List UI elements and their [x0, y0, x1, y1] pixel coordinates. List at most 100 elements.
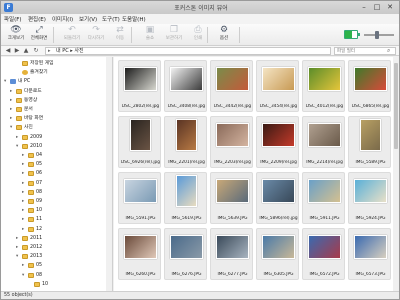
thumbnail-item[interactable]: DSC_3454(rel.jpg [256, 60, 299, 112]
minimize-button[interactable]: – [358, 2, 370, 12]
chevron-right-icon[interactable]: ▸ [10, 96, 15, 105]
tree-item[interactable]: 즐겨찾기 [1, 68, 105, 77]
tree-item[interactable]: ▸ 동영상 [1, 96, 105, 105]
chevron-right-icon[interactable]: ▸ [22, 151, 27, 160]
path-dropdown-icon[interactable]: ▸ [48, 48, 51, 55]
thumbnail-item[interactable]: IMG_5924.JPG [348, 172, 391, 224]
chevron-right-icon[interactable]: ▸ [22, 197, 27, 206]
tree-item[interactable]: ▾ 08 [1, 271, 105, 280]
thumbnail-item[interactable]: IMG_6305.JPG [256, 228, 299, 280]
chevron-right-icon[interactable]: ▸ [22, 188, 27, 197]
tree-item[interactable]: ▸ 2009 [1, 133, 105, 142]
forward-icon[interactable]: ▶ [13, 47, 21, 55]
chevron-right-icon[interactable]: ▸ [22, 225, 27, 234]
thumbnail-item[interactable]: IMG_6573.JPG [348, 228, 391, 280]
refresh-icon[interactable]: ↻ [32, 47, 40, 55]
maximize-button[interactable]: □ [371, 2, 383, 12]
tree-item[interactable]: ▸ 10 [1, 206, 105, 215]
back-icon[interactable]: ◀ [4, 47, 12, 55]
tree-item[interactable]: ▸ 09 [1, 197, 105, 206]
chevron-right-icon[interactable]: ▸ [22, 169, 27, 178]
tree-item[interactable]: 10 [1, 280, 105, 289]
thumbnail-item[interactable]: DSC_2802(rel.jpg [118, 60, 161, 112]
tree-scrollbar[interactable] [106, 57, 112, 291]
thumbnail-item[interactable]: DSC_6865(rel.jpg [348, 60, 391, 112]
chevron-right-icon[interactable]: ▸ [22, 261, 27, 270]
search-icon[interactable]: ⌕ [387, 47, 390, 55]
chevron-down-icon[interactable]: ▾ [22, 271, 27, 280]
thumbnail-item[interactable]: IMG_6260.JPG [118, 228, 161, 280]
menu-file[interactable]: 파일(F) [4, 15, 22, 23]
tree-item[interactable]: ▸ 05 [1, 261, 105, 270]
tree-item[interactable]: ▸ 07 [1, 179, 105, 188]
toolbar-button-5[interactable]: ▣ 슬쇼 [139, 25, 161, 45]
thumbnail-item[interactable]: IMG_6276.JPG [164, 228, 207, 280]
filter-field[interactable]: ⌕ [334, 47, 396, 55]
thumbnail-item[interactable]: DSC_4012(rel.jpg [302, 60, 345, 112]
tree-item[interactable]: ▸ 다운로드 [1, 87, 105, 96]
toolbar-button-3[interactable]: ↷ 다시하기 [85, 25, 107, 45]
chevron-right-icon[interactable]: ▸ [16, 243, 21, 252]
menu-image[interactable]: 이미지(I) [52, 15, 73, 23]
chevron-right-icon[interactable]: ▸ [10, 87, 15, 96]
zoom-slider[interactable] [364, 34, 394, 36]
path-field[interactable]: ▸ 내 PC ▸ 사진 [45, 47, 331, 55]
thumbnail-item[interactable]: IMG_5911.JPG [302, 172, 345, 224]
menu-edit[interactable]: 편집(E) [28, 15, 46, 23]
tree-item[interactable]: ▸ 바탕 화면 [1, 114, 105, 123]
up-icon[interactable]: ▲ [22, 47, 30, 55]
thumbnail-item[interactable]: IMG_5619.JPG [164, 172, 207, 224]
tree-item[interactable]: ▸ 06 [1, 169, 105, 178]
chevron-right-icon[interactable]: ▸ [10, 105, 15, 114]
chevron-down-icon[interactable]: ▾ [4, 77, 9, 86]
thumbnail-item[interactable]: DSC_3442(rel.jpg [210, 60, 253, 112]
chevron-down-icon[interactable]: ▾ [16, 142, 21, 151]
tree-item[interactable]: ▸ 문서 [1, 105, 105, 114]
toolbar-button-2[interactable]: ↶ 되돌리기 [61, 25, 83, 45]
tree-item[interactable]: ▾ 내 PC [1, 77, 105, 86]
zoom-slider-knob[interactable] [375, 31, 379, 39]
toolbar-button-1[interactable]: ⤢ 전체화면 [28, 25, 50, 45]
thumbnail-item[interactable]: IMG_2201(rel.jpg [164, 116, 207, 168]
tree-item[interactable]: ▸ 08 [1, 188, 105, 197]
chevron-right-icon[interactable]: ▸ [22, 179, 27, 188]
thumbnail-item[interactable]: IMG_6277.JPG [210, 228, 253, 280]
thumbnail-item[interactable]: IMG_2214(rel.jpg [302, 116, 345, 168]
toolbar-button-7[interactable]: ⎙ 인쇄 [187, 25, 209, 45]
close-button[interactable]: ✕ [384, 2, 396, 12]
tree-item[interactable]: ▸ 12 [1, 225, 105, 234]
chevron-right-icon[interactable]: ▸ [16, 234, 21, 243]
chevron-right-icon[interactable]: ▸ [16, 133, 21, 142]
menu-help[interactable]: 도움말(H) [122, 15, 146, 23]
toolbar-button-8[interactable]: ⚙ 옵션 [213, 25, 235, 45]
toolbar-button-0[interactable]: 👁 크게보기 [5, 25, 27, 45]
tree-item[interactable]: ▸ 05 [1, 160, 105, 169]
chevron-right-icon[interactable]: ▸ [22, 206, 27, 215]
toolbar-button-6[interactable]: ❐ 보관하기 [163, 25, 185, 45]
menu-view[interactable]: 보기(V) [79, 15, 97, 23]
toolbar-button-4[interactable]: ⇄ 이동 [109, 25, 131, 45]
thumbnail-item[interactable]: IMG_5896(rel).jpg [256, 172, 299, 224]
thumbnail-item[interactable]: IMG_5591.JPG [118, 172, 161, 224]
thumbnail-item[interactable]: IMG_6572.JPG [302, 228, 345, 280]
thumbnail-item[interactable]: IMG_5639.JPG [210, 172, 253, 224]
chevron-down-icon[interactable]: ▾ [10, 123, 15, 132]
tree-item[interactable]: ▸ 2012 [1, 243, 105, 252]
chevron-right-icon[interactable]: ▸ [10, 114, 15, 123]
tree-item[interactable]: ▾ 2013 [1, 252, 105, 261]
tree-item[interactable]: ▸ 04 [1, 151, 105, 160]
tree-item[interactable]: ▸ 2011 [1, 234, 105, 243]
grid-scrollbar-thumb[interactable] [394, 63, 398, 149]
filter-input[interactable] [337, 48, 385, 54]
thumbnail-item[interactable]: DSC_6926(rel).jpg [118, 116, 161, 168]
thumbnail-item[interactable]: IMG_5589.JPG [348, 116, 391, 168]
chevron-right-icon[interactable]: ▸ [22, 215, 27, 224]
chevron-right-icon[interactable]: ▸ [22, 160, 27, 169]
tree-item[interactable]: ▸ 11 [1, 215, 105, 224]
thumbnail-item[interactable]: IMG_2203(rel.jpg [210, 116, 253, 168]
chevron-down-icon[interactable]: ▾ [16, 252, 21, 261]
tree-item[interactable]: 저장된 게임 [1, 59, 105, 68]
tree-item[interactable]: ▾ 2010 [1, 142, 105, 151]
thumbnail-item[interactable]: IMG_2209(rel.jpg [256, 116, 299, 168]
tree-item[interactable]: ▾ 사진 [1, 123, 105, 132]
